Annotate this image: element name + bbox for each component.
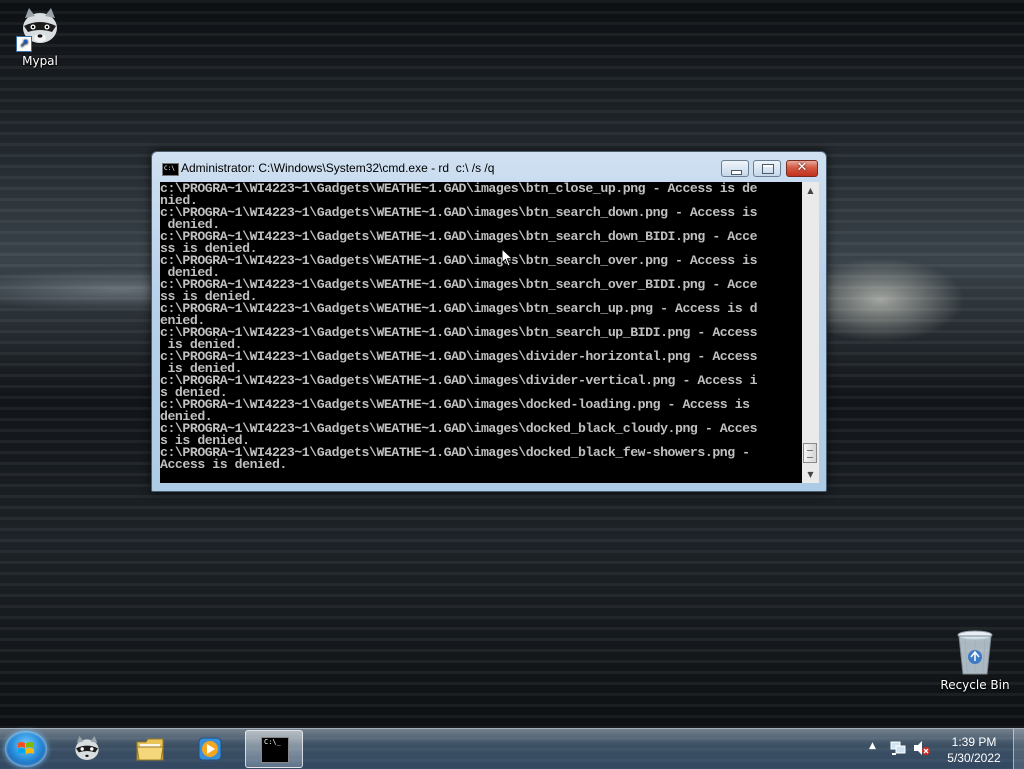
scroll-up-arrow-icon[interactable]: ▲ <box>802 182 819 199</box>
desktop-icon-label: Recycle Bin <box>940 678 1010 692</box>
cmd-window[interactable]: C:\ Administrator: C:\Windows\System32\c… <box>151 151 827 492</box>
maximize-button[interactable] <box>753 160 781 177</box>
minimize-button[interactable] <box>721 160 749 177</box>
show-desktop-button[interactable] <box>1013 729 1024 769</box>
console-output[interactable]: c:\PROGRA~1\WI4223~1\Gadgets\WEATHE~1.GA… <box>160 182 802 483</box>
desktop-icon-label: Mypal <box>22 54 58 68</box>
windows-logo-icon <box>18 742 34 754</box>
close-button[interactable]: ✕ <box>786 160 818 177</box>
console-line: c:\PROGRA~1\WI4223~1\Gadgets\WEATHE~1.GA… <box>160 397 750 412</box>
close-icon: ✕ <box>796 160 808 175</box>
console-line: c:\PROGRA~1\WI4223~1\Gadgets\WEATHE~1.GA… <box>160 253 758 268</box>
raccoon-icon: ↗ <box>16 6 64 52</box>
media-player-icon <box>198 737 222 761</box>
console-line: c:\PROGRA~1\WI4223~1\Gadgets\WEATHE~1.GA… <box>160 182 758 196</box>
maximize-icon <box>762 164 774 174</box>
taskbar-mypal-button[interactable] <box>58 730 116 768</box>
scroll-down-arrow-icon[interactable]: ▼ <box>802 466 819 483</box>
clock-date: 5/30/2022 <box>947 751 1001 765</box>
clock-time: 1:39 PM <box>951 735 997 749</box>
console-lines: c:\PROGRA~1\WI4223~1\Gadgets\WEATHE~1.GA… <box>160 182 802 471</box>
console-line: c:\PROGRA~1\WI4223~1\Gadgets\WEATHE~1.GA… <box>160 301 758 316</box>
console-line: Access is denied. <box>160 457 287 472</box>
shortcut-arrow-icon: ↗ <box>16 36 32 52</box>
console-line: c:\PROGRA~1\WI4223~1\Gadgets\WEATHE~1.GA… <box>160 325 758 340</box>
console-line: c:\PROGRA~1\WI4223~1\Gadgets\WEATHE~1.GA… <box>160 349 758 364</box>
taskbar-cmd-button[interactable]: C:\_ <box>245 730 303 768</box>
command-prompt-icon: C:\_ <box>261 737 289 763</box>
show-hidden-icons-button[interactable]: ▲ <box>869 741 876 751</box>
start-button[interactable] <box>5 731 47 767</box>
title-bar[interactable]: C:\ Administrator: C:\Windows\System32\c… <box>152 152 826 182</box>
folder-icon <box>136 738 164 761</box>
scroll-thumb[interactable] <box>803 443 817 463</box>
volume-muted-icon[interactable] <box>913 740 931 756</box>
vertical-scrollbar[interactable]: ▲ ▼ <box>802 182 819 483</box>
mouse-cursor-icon <box>502 249 514 267</box>
taskbar-media-player-button[interactable] <box>181 730 239 768</box>
command-prompt-icon[interactable]: C:\ <box>162 163 179 176</box>
minimize-icon <box>731 170 742 175</box>
console-line: c:\PROGRA~1\WI4223~1\Gadgets\WEATHE~1.GA… <box>160 373 758 388</box>
recycle-bin-icon <box>951 630 999 676</box>
desktop-icon-recycle-bin[interactable]: Recycle Bin <box>935 630 1015 692</box>
window-title: Administrator: C:\Windows\System32\cmd.e… <box>181 161 495 175</box>
taskbar-explorer-button[interactable] <box>121 730 179 768</box>
taskbar: C:\_ ▲ 1:39 PM 5/30/2022 <box>0 728 1024 769</box>
system-clock[interactable]: 1:39 PM 5/30/2022 <box>935 734 1013 766</box>
desktop-icon-mypal[interactable]: ↗ Mypal <box>0 6 80 68</box>
console-line: c:\PROGRA~1\WI4223~1\Gadgets\WEATHE~1.GA… <box>160 205 758 220</box>
console-line: c:\PROGRA~1\WI4223~1\Gadgets\WEATHE~1.GA… <box>160 421 758 436</box>
raccoon-icon <box>75 736 99 760</box>
network-icon[interactable] <box>890 740 906 756</box>
